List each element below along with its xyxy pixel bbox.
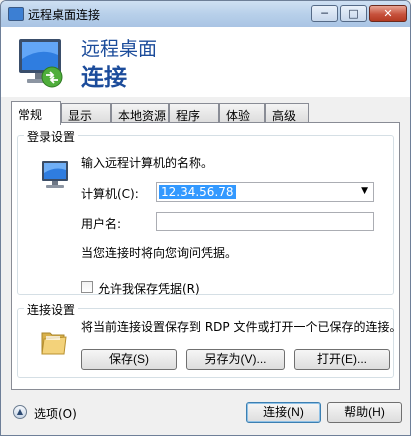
computer-value: 12.34.56.78	[159, 185, 236, 199]
save-button[interactable]: 保存(S)	[81, 349, 177, 370]
title-bar[interactable]: 远程桌面连接 ─ □ ✕	[1, 1, 410, 27]
save-credentials-checkbox[interactable]	[81, 281, 93, 293]
tab-display[interactable]: 显示	[61, 103, 111, 123]
banner-title-line2: 连接	[81, 65, 127, 91]
window-title: 远程桌面连接	[28, 8, 101, 22]
minimize-button[interactable]: ─	[311, 5, 338, 22]
tab-local-resources[interactable]: 本地资源	[111, 103, 169, 123]
computer-icon	[42, 161, 68, 188]
folder-icon	[41, 332, 67, 355]
computer-name-prompt: 输入远程计算机的名称。	[81, 156, 214, 170]
chevron-up-icon[interactable]: ▲	[13, 405, 27, 419]
chevron-down-icon[interactable]: ▼	[361, 186, 368, 196]
connection-description-line1: 将当前连接设置保存到 RDP 文件或打开一个已保存的连接。	[81, 320, 402, 334]
username-input[interactable]	[156, 212, 374, 231]
computer-combobox[interactable]: 12.34.56.78 ▼	[156, 182, 374, 202]
remote-desktop-monitor-icon	[19, 39, 63, 88]
header-banner: 远程桌面 连接	[1, 27, 410, 97]
close-button[interactable]: ✕	[369, 5, 407, 22]
tab-general[interactable]: 常规	[11, 101, 61, 125]
tab-experience[interactable]: 体验	[219, 103, 265, 123]
username-label: 用户名:	[81, 217, 122, 231]
login-settings-title: 登录设置	[24, 128, 79, 145]
remote-desktop-window: 远程桌面连接 ─ □ ✕ 远程桌面 连接 常规 显示 本地资源 程序 体验 高级…	[0, 0, 411, 436]
save-as-button[interactable]: 另存为(V)...	[186, 349, 285, 370]
maximize-button[interactable]: □	[340, 5, 367, 22]
help-button[interactable]: 帮助(H)	[327, 402, 402, 423]
options-label[interactable]: 选项(O)	[34, 405, 77, 422]
login-settings-group: 登录设置 输入远程计算机的名称。 计算机(C): 12.34.56.78 ▼ 用…	[17, 128, 394, 297]
connection-settings-title: 连接设置	[24, 301, 79, 318]
general-tab-panel: 登录设置 输入远程计算机的名称。 计算机(C): 12.34.56.78 ▼ 用…	[11, 122, 401, 390]
banner-title-line1: 远程桌面	[81, 38, 158, 60]
tab-advanced[interactable]: 高级	[265, 103, 309, 123]
tab-programs[interactable]: 程序	[169, 103, 219, 123]
computer-label: 计算机(C):	[81, 187, 139, 201]
connect-button[interactable]: 连接(N)	[246, 402, 321, 423]
connection-settings-group: 连接设置 将当前连接设置保存到 RDP 文件或打开一个已保存的连接。 保存(S)…	[17, 301, 401, 378]
open-button[interactable]: 打开(E)...	[294, 349, 390, 370]
save-credentials-label[interactable]: 允许我保存凭据(R)	[98, 280, 200, 297]
credentials-hint: 当您连接时将向您询问凭据。	[81, 246, 238, 260]
remote-desktop-icon	[8, 7, 24, 21]
